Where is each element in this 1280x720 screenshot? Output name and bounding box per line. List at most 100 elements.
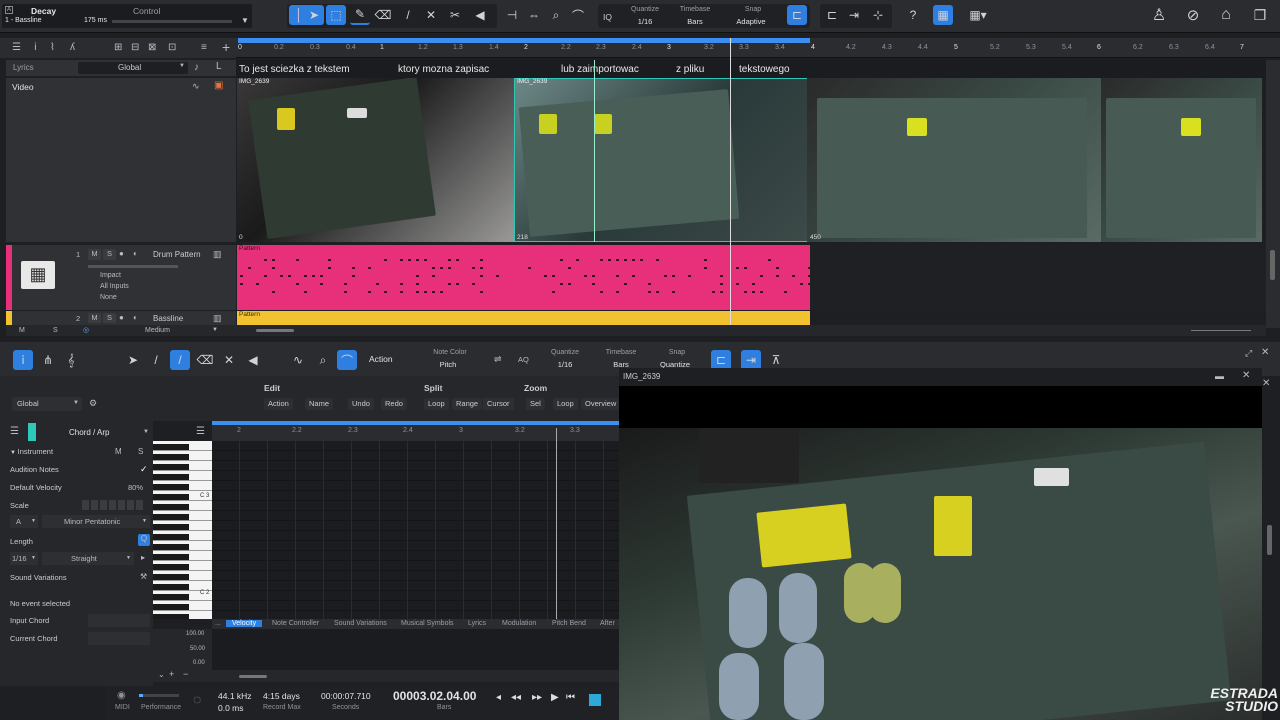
inspector-icon[interactable]: ⅰ [34,42,37,53]
bassline-clip[interactable]: Pattern [237,311,810,325]
track-1-header[interactable]: ▦ 1 M S ● ◐ Drum Pattern ▥ Impact All In… [6,245,236,310]
drum-editor-icon[interactable]: ⋔ [38,350,58,370]
split-cursor-button[interactable]: Cursor [483,398,514,410]
black-key[interactable] [153,574,189,580]
output-select[interactable]: None [100,294,117,301]
length-mode-select[interactable]: Straight ▼ [42,552,134,565]
tab-lyrics[interactable]: Lyrics [468,620,486,627]
settings-gear-icon[interactable]: ⚙ [89,398,97,409]
black-key[interactable] [153,464,189,470]
solo-button[interactable]: S [103,313,116,323]
video-window-titlebar[interactable]: IMG_2639 ▬ ✕ [619,368,1262,386]
close-icon[interactable]: ✕ [1261,347,1269,358]
add-lane-icon[interactable]: + [169,669,174,679]
stop-button[interactable] [589,694,601,706]
track-list-icon[interactable]: ☰ [12,42,21,53]
film-icon[interactable]: ▣ [214,80,223,91]
scale-root-select[interactable]: A ▼ [10,515,38,528]
black-key[interactable] [153,614,189,619]
lyric-word-2[interactable]: ktory mozna zapisac [398,64,489,75]
split-range-button[interactable]: Range [452,398,483,410]
bend-tool-icon[interactable]: ⌒ [337,350,357,370]
paint-tool-icon[interactable]: / [398,5,418,25]
video-window-scrollbar[interactable] [1262,390,1280,720]
scrollbar-right[interactable] [1266,60,1280,328]
iq-button[interactable]: IQ [603,12,612,22]
expand-icon[interactable]: ⤢ [1245,348,1252,359]
piano-keyboard[interactable]: C 3 C 2 [153,441,212,619]
scroll-thumb[interactable] [1270,250,1275,280]
rewind-start-icon[interactable]: ◂ [496,692,501,703]
humanize-icon[interactable]: ⇌ [494,354,502,365]
pencil-tool-icon[interactable]: ✎ [350,5,370,25]
view-d-icon[interactable]: ⊡ [168,42,176,53]
menu-icon[interactable]: ☰ [10,426,19,437]
zoom-slider[interactable] [1191,330,1251,331]
mute-tool-icon[interactable]: ✕ [421,5,441,25]
arrow-tool-icon[interactable]: ➤ [123,350,143,370]
piano-ruler[interactable] [212,421,620,441]
split-view-icon[interactable]: ⊼ [766,350,786,370]
tab-musical-symbols[interactable]: Musical Symbols [401,620,454,627]
track-height-select[interactable]: Medium [145,327,170,334]
lyric-word-3[interactable]: lub zaimportowac [561,64,639,75]
black-key[interactable] [153,564,189,570]
arrow-tool-icon[interactable]: ➤ [304,5,324,25]
length-value-select[interactable]: 1/16 ▼ [10,552,38,565]
instrument-label[interactable]: ▼ Instrument [10,447,53,456]
eraser-tool-icon[interactable]: ⌫ [373,5,393,25]
lyrics-scope-select[interactable]: Global ▼ [78,62,188,74]
timeline-ruler[interactable] [236,38,1280,58]
tab-note-controller[interactable]: Note Controller [272,620,319,627]
zoom-tool-icon[interactable]: ⌕ [546,5,566,25]
tab-sound-variations[interactable]: Sound Variations [334,620,387,627]
lyric-word-5[interactable]: tekstowego [739,64,790,75]
expand-down-icon[interactable]: ⌄ [158,670,165,679]
loop-range-bar[interactable] [238,38,810,43]
user-icon[interactable]: ♙ [1149,5,1169,25]
scroll-thumb[interactable] [239,675,267,678]
snap-toggle-icon[interactable]: ⊏ [711,350,731,370]
footer-mute[interactable]: M [19,327,25,334]
add-track-icon[interactable]: + [222,39,230,55]
windows-icon[interactable]: ❐ [1250,5,1270,25]
chord-arp-label[interactable]: Chord / Arp [69,428,109,437]
redo-button[interactable]: Redo [381,398,407,410]
aq-button[interactable]: AQ [518,355,529,364]
follow-icon[interactable]: ⇥ [741,350,761,370]
go-start-icon[interactable]: ⏮ [566,692,575,703]
length-extra-icon[interactable]: ▸ [141,553,145,562]
loop-end-icon[interactable]: ⇥ [844,5,864,25]
record-arm-icon[interactable]: ● [119,313,124,322]
length-quantize-icon[interactable]: Q [138,534,150,546]
preset-panel[interactable]: A Decay 1 - Bassline Control 175 ms ▼ [2,4,252,28]
black-key[interactable] [153,514,189,520]
waveform-icon[interactable]: ∿ [192,81,200,92]
scroll-thumb[interactable] [256,329,294,332]
monitor-icon[interactable]: ◐ [133,313,138,322]
bend-tool-icon[interactable]: ⊣ [502,5,522,25]
pip-icon[interactable]: ▬ [1215,371,1224,381]
home-icon[interactable]: ⌂ [1216,5,1236,25]
close-icon[interactable]: ✕ [1242,370,1250,381]
piano-icon[interactable]: ▥ [213,249,222,260]
split-loop-button[interactable]: Loop [424,398,449,410]
note-grid[interactable] [212,441,620,619]
default-velocity-value[interactable]: 80% [128,483,143,492]
velocity-lane[interactable] [212,629,620,670]
scroll-thumb[interactable] [1267,525,1272,555]
automation-icon[interactable]: ⌇ [50,42,55,53]
black-key[interactable] [153,474,189,480]
input-select[interactable]: All Inputs [100,283,129,290]
seconds-value[interactable]: 00:00:07.710 [321,691,371,701]
zoom-overview-button[interactable]: Overview [581,398,621,410]
inspector-toggle-icon[interactable]: ⅰ [13,350,33,370]
monitor-icon[interactable]: ◐ [133,249,138,258]
tab-modulation[interactable]: Modulation [502,620,536,627]
tab-aftertouch[interactable]: After [600,620,615,627]
quantize-value[interactable]: 1/16 [625,17,665,26]
black-key[interactable] [153,444,189,450]
loop-start-icon[interactable]: ⊏ [822,5,842,25]
scale-type-select[interactable]: Minor Pentatonic ▼ [42,515,150,528]
chevron-down-icon[interactable]: ▼ [143,429,149,435]
